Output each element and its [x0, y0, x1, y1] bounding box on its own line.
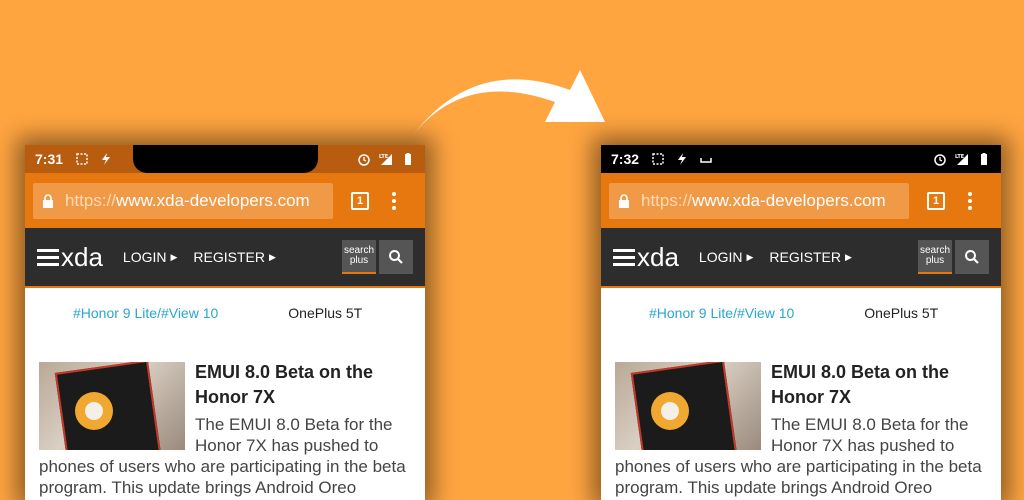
lock-icon — [617, 193, 631, 208]
tabs-button[interactable]: 1 — [927, 191, 945, 210]
battery-icon — [401, 152, 415, 166]
overflow-menu-button[interactable] — [391, 191, 397, 210]
battery-icon — [977, 152, 991, 166]
screenshot-icon — [75, 152, 89, 166]
url-protocol: https:// — [65, 190, 117, 210]
phone-no-notch-screen: 7:32 LTE https://www.xda-developers.com … — [601, 145, 1001, 500]
screenshot-icon — [651, 152, 665, 166]
search-plus-button[interactable]: search plus — [918, 240, 952, 274]
lte-signal-icon: LTE — [379, 152, 393, 166]
xda-logo[interactable]: xda — [37, 242, 103, 273]
article-card[interactable]: EMUI 8.0 Beta on the Honor 7X The EMUI 8… — [601, 338, 1001, 498]
url-host: www.xda-developers.com — [692, 190, 886, 210]
topic-link-view-10[interactable]: #View 10 — [161, 305, 218, 321]
search-icon — [389, 250, 403, 264]
search-button[interactable] — [379, 240, 413, 274]
arrow-icon — [413, 70, 605, 135]
overflow-menu-button[interactable] — [967, 191, 973, 210]
status-bar: 7:31 LTE — [25, 145, 425, 173]
topic-link-honor-9-lite[interactable]: #Honor 9 Lite — [73, 305, 157, 321]
search-button[interactable] — [955, 240, 989, 274]
browser-url-bar: https://www.xda-developers.com 1 — [601, 173, 1001, 228]
url-field[interactable]: https://www.xda-developers.com — [609, 182, 909, 219]
lte-signal-icon: LTE — [955, 152, 969, 166]
alarm-icon — [357, 152, 371, 166]
site-nav: xda LOGIN ▶ REGISTER ▶ search plus — [601, 228, 1001, 288]
topic-link-honor-9-lite[interactable]: #Honor 9 Lite — [649, 305, 733, 321]
article-thumbnail[interactable] — [615, 362, 761, 450]
tabs-button[interactable]: 1 — [351, 191, 369, 210]
topic-link-oneplus-5t[interactable]: OnePlus 5T — [288, 305, 362, 321]
flash-icon — [99, 152, 113, 166]
topic-link-view-10[interactable]: #View 10 — [737, 305, 794, 321]
xda-logo[interactable]: xda — [613, 242, 679, 273]
display-notch — [133, 145, 318, 173]
phone-notch-screen: 7:31 LTE https://www.xda-developers.com … — [25, 145, 425, 500]
alarm-icon — [933, 152, 947, 166]
svg-text:LTE: LTE — [955, 154, 965, 160]
url-field[interactable]: https://www.xda-developers.com — [33, 182, 333, 219]
search-icon — [965, 250, 979, 264]
article-card[interactable]: EMUI 8.0 Beta on the Honor 7X The EMUI 8… — [25, 338, 425, 498]
url-host: www.xda-developers.com — [116, 190, 310, 210]
svg-text:LTE: LTE — [379, 154, 389, 160]
topic-link-oneplus-5t[interactable]: OnePlus 5T — [864, 305, 938, 321]
site-nav: xda LOGIN ▶ REGISTER ▶ search plus — [25, 228, 425, 288]
lock-icon — [41, 193, 55, 208]
trending-topics: #Honor 9 Lite / #View 10 OnePlus 5T — [601, 288, 1001, 338]
search-plus-button[interactable]: search plus — [342, 240, 376, 274]
article-thumbnail[interactable] — [39, 362, 185, 450]
url-protocol: https:// — [641, 190, 693, 210]
status-time: 7:31 — [35, 151, 64, 167]
login-link[interactable]: LOGIN ▶ — [123, 249, 178, 265]
login-link[interactable]: LOGIN ▶ — [699, 249, 754, 265]
flash-icon — [675, 152, 689, 166]
register-link[interactable]: REGISTER ▶ — [193, 249, 276, 265]
trending-topics: #Honor 9 Lite / #View 10 OnePlus 5T — [25, 288, 425, 338]
status-bar: 7:32 LTE — [601, 145, 1001, 173]
status-time: 7:32 — [611, 151, 640, 167]
register-link[interactable]: REGISTER ▶ — [769, 249, 852, 265]
keyboard-space-icon — [699, 152, 713, 166]
browser-url-bar: https://www.xda-developers.com 1 — [25, 173, 425, 228]
